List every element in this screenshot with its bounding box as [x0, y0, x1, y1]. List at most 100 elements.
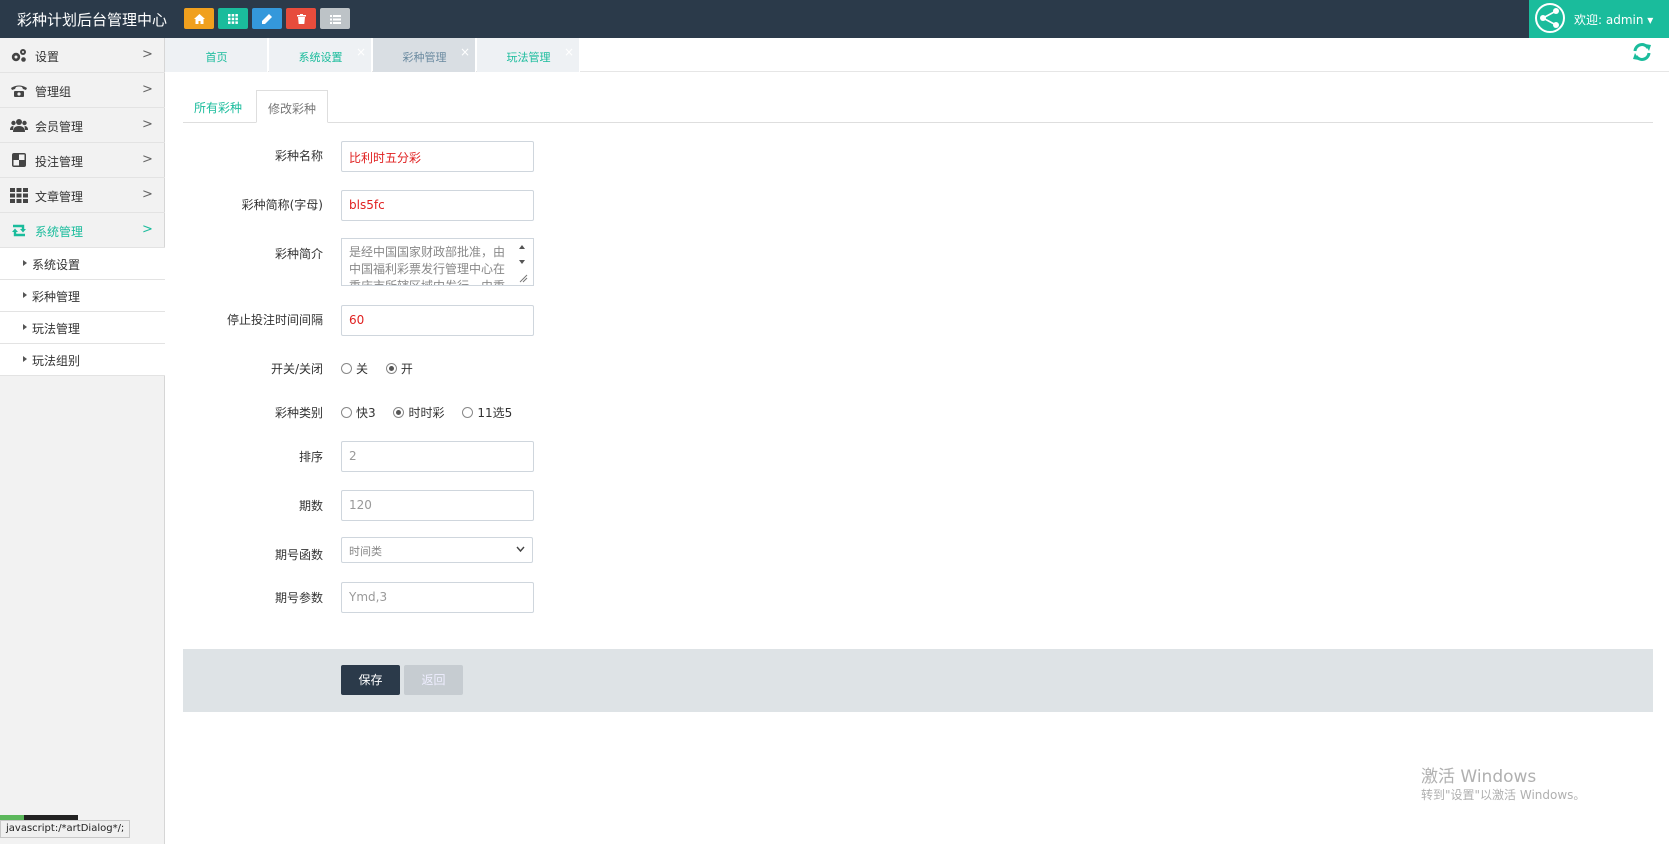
list-button[interactable] [320, 8, 350, 29]
activate-windows-hint: 转到"设置"以激活 Windows。 [1421, 788, 1586, 802]
name-label: 彩种名称 [274, 149, 323, 163]
close-icon[interactable]: × [356, 45, 366, 59]
period-param-input[interactable]: Ymd,3 [341, 582, 534, 613]
type-k3-radio[interactable]: 快3 [341, 404, 376, 421]
switch-on-radio[interactable]: 开 [385, 360, 413, 377]
chevron-right-icon: > [142, 47, 153, 62]
chevron-right-icon: > [142, 117, 153, 132]
sidebar-item-label: 设置 [35, 50, 60, 64]
grid-icon [228, 14, 238, 24]
retweet-icon [12, 224, 26, 237]
pencil-icon [262, 14, 272, 24]
stop-interval-label: 停止投注时间间隔 [226, 313, 323, 327]
refresh-icon[interactable] [1631, 41, 1653, 63]
type-radio-group: 快3 时时彩 11选5 [341, 404, 526, 421]
sidebar-item-settings[interactable]: 设置 > [0, 38, 165, 73]
tab-home[interactable]: 首页 [165, 38, 268, 72]
users-icon [10, 119, 28, 132]
radio-label: 开 [400, 362, 413, 376]
radio-circle[interactable] [385, 363, 397, 374]
sidebar-item-label: 管理组 [35, 85, 72, 99]
switch-radio-group: 关 开 [341, 360, 427, 377]
app-title: 彩种计划后台管理中心 [17, 11, 168, 29]
welcome-text[interactable]: 欢迎: admin ▾ [1574, 11, 1653, 28]
radio-circle[interactable] [341, 363, 352, 374]
sort-label: 排序 [298, 450, 323, 464]
save-button[interactable]: 保存 [341, 665, 400, 695]
submenu-item-lottery-manage[interactable]: 彩种管理 [0, 280, 165, 312]
intro-textarea[interactable]: 是经中国国家财政部批准，由中国福利彩票发行管理中心在重庆市所辖区域内发行，由重庆… [341, 238, 534, 286]
back-button[interactable]: 返回 [404, 665, 463, 695]
caret-right-icon [23, 292, 27, 298]
content-subtabs: 所有彩种 修改彩种 [183, 90, 1653, 123]
submenu-item-play-group[interactable]: 玩法组别 [0, 344, 165, 376]
radio-label: 快3 [356, 406, 376, 420]
period-func-label: 期号函数 [274, 548, 323, 562]
radio-circle[interactable] [393, 407, 405, 418]
periods-label: 期数 [298, 499, 323, 513]
chevron-right-icon: > [142, 222, 153, 237]
textarea-scrollbar[interactable] [515, 240, 529, 284]
trash-icon [296, 14, 306, 24]
select-value: 时间类 [349, 545, 382, 558]
radio-circle[interactable] [341, 407, 352, 418]
chevron-right-icon: > [142, 82, 153, 97]
sidebar-item-articles[interactable]: 文章管理 > [0, 178, 165, 213]
radio-label: 时时彩 [408, 406, 445, 420]
caret-right-icon [23, 260, 27, 266]
intro-label: 彩种简介 [274, 247, 323, 261]
submenu-item-label: 玩法管理 [32, 322, 81, 336]
subtab-edit-lottery[interactable]: 修改彩种 [256, 90, 329, 123]
caret-right-icon [23, 324, 27, 330]
activate-windows-title: 激活 Windows [1421, 767, 1537, 787]
sort-input[interactable]: 2 [341, 441, 534, 472]
close-icon[interactable]: × [564, 45, 574, 59]
submenu-item-system-settings[interactable]: 系统设置 [0, 248, 165, 280]
subtab-all-lotteries[interactable]: 所有彩种 [183, 90, 253, 123]
sidebar-item-bets[interactable]: 投注管理 > [0, 143, 165, 178]
name-input[interactable]: 比利时五分彩 [341, 141, 534, 172]
sidebar-item-label: 会员管理 [35, 120, 84, 134]
sidebar-item-system[interactable]: 系统管理 > [0, 213, 165, 248]
type-ssc-radio[interactable]: 时时彩 [393, 404, 444, 421]
status-bar-url: javascript:/*artDialog*/; [0, 820, 131, 838]
grid-icon [10, 188, 28, 203]
period-func-select[interactable]: 时间类 [341, 537, 533, 563]
radio-label: 11选5 [477, 406, 513, 420]
submenu-item-play-manage[interactable]: 玩法管理 [0, 312, 165, 344]
close-icon[interactable]: × [460, 45, 470, 59]
stop-interval-input[interactable]: 60 [341, 305, 534, 336]
switch-label: 开关/关闭 [270, 362, 323, 376]
top-bar: 彩种计划后台管理中心 欢迎: admin ▾ [0, 0, 1669, 38]
submenu-item-label: 玩法组别 [32, 354, 81, 368]
sidebar-item-members[interactable]: 会员管理 > [0, 108, 165, 143]
tab-system-settings[interactable]: 系统设置 × [269, 38, 372, 72]
system-submenu: 系统设置 彩种管理 玩法管理 玩法组别 [0, 248, 165, 376]
edit-button[interactable] [252, 8, 282, 29]
switch-off-radio[interactable]: 关 [341, 360, 368, 377]
sidebar-item-label: 系统管理 [35, 225, 84, 239]
tab-play-manage[interactable]: 玩法管理 × [477, 38, 580, 72]
submenu-item-label: 系统设置 [32, 258, 81, 272]
radio-circle[interactable] [462, 407, 474, 418]
chevron-right-icon: > [142, 187, 153, 202]
abbr-input[interactable]: bls5fc [341, 190, 534, 221]
home-button[interactable] [184, 8, 214, 29]
type-label: 彩种类别 [274, 406, 323, 420]
grid-button[interactable] [218, 8, 248, 29]
chevron-right-icon: > [142, 152, 153, 167]
type-11x5-radio[interactable]: 11选5 [462, 404, 512, 421]
list-icon [329, 14, 341, 24]
phone-icon [11, 85, 27, 97]
periods-input[interactable]: 120 [341, 490, 534, 521]
tab-lottery-manage[interactable]: 彩种管理 × [373, 38, 476, 72]
sidebar-item-admin-group[interactable]: 管理组 > [0, 73, 165, 108]
submenu-item-label: 彩种管理 [32, 290, 81, 304]
period-param-label: 期号参数 [274, 591, 323, 605]
caret-right-icon [23, 356, 27, 362]
sidebar: 设置 > 管理组 > 会员管理 > 投注管理 > 文章管理 > 系统管理 > 系… [0, 38, 165, 844]
delete-button[interactable] [286, 8, 316, 29]
abbr-label: 彩种简称(字母) [241, 198, 323, 212]
tab-label: 首页 [205, 51, 228, 64]
user-menu[interactable]: 欢迎: admin ▾ [1529, 0, 1669, 38]
